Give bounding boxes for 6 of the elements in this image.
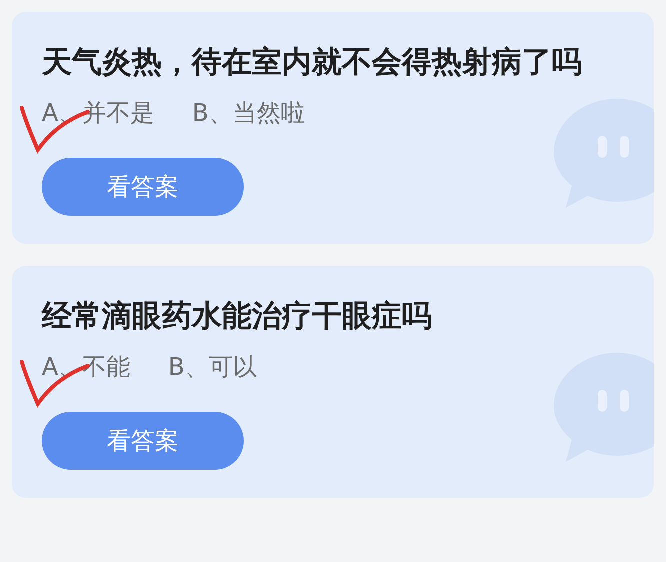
view-answer-button[interactable]: 看答案	[42, 412, 244, 470]
answer-option: B、当然啦	[192, 96, 305, 130]
question-title: 天气炎热，待在室内就不会得热射病了吗	[42, 44, 583, 82]
view-answer-button[interactable]: 看答案	[42, 158, 244, 216]
answer-option: B、可以	[168, 350, 257, 384]
question-title: 经常滴眼药水能治疗干眼症吗	[42, 298, 433, 336]
